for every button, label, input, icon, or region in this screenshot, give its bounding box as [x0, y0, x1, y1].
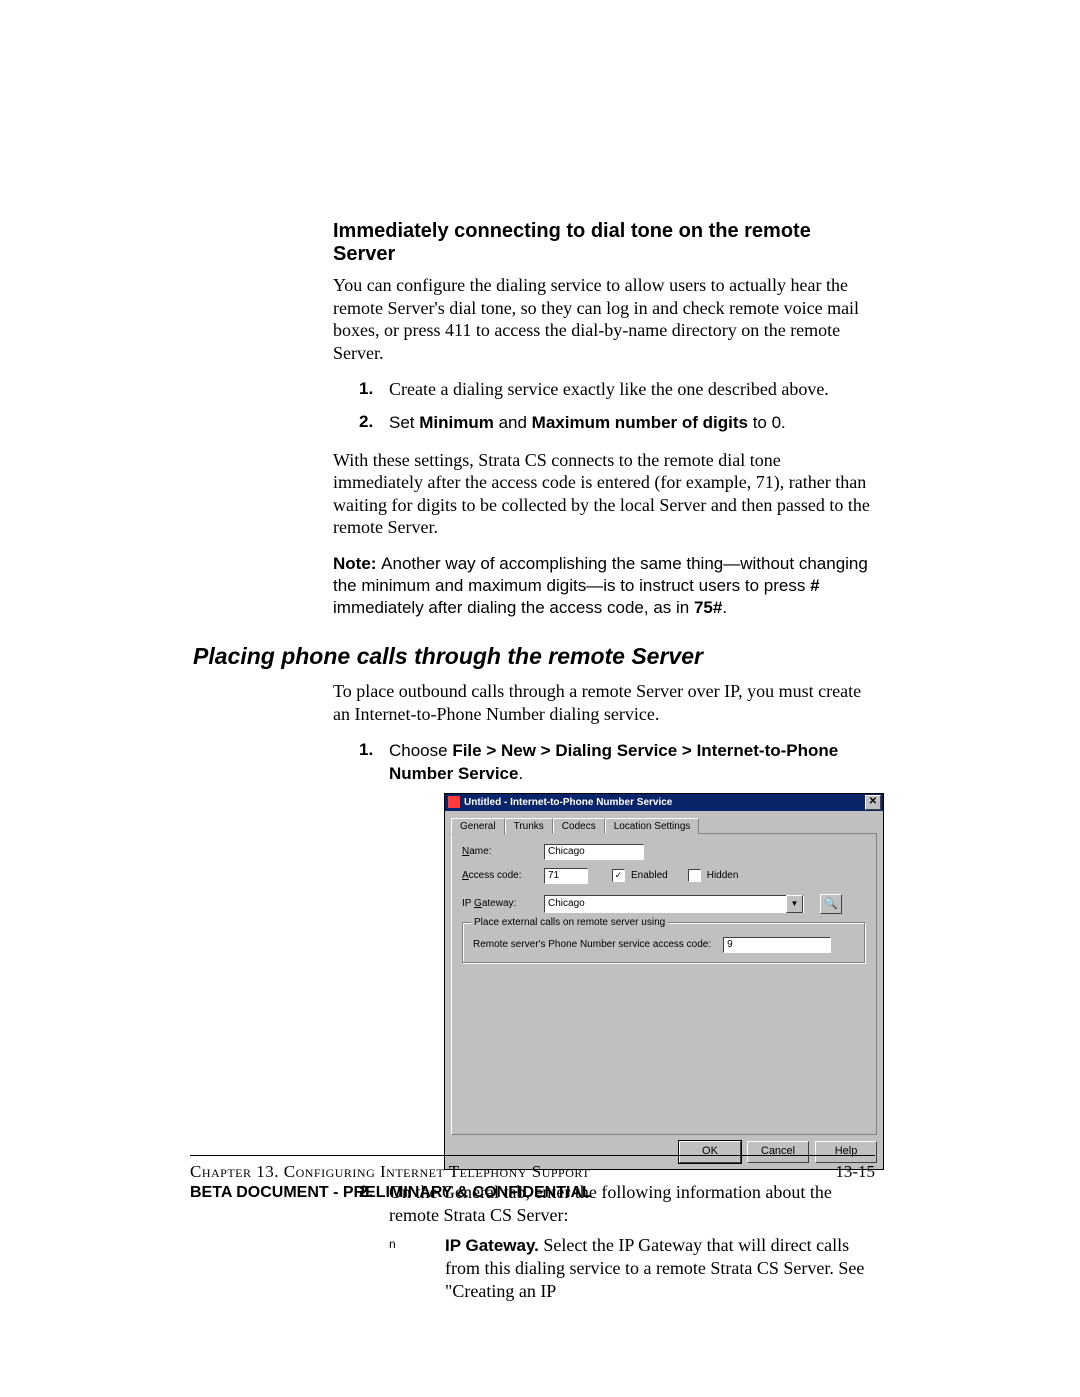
ip-gateway-value: Chicago: [545, 897, 786, 910]
ip-gateway-browse-button[interactable]: 🔍: [820, 894, 842, 914]
label-hidden: Hidden: [707, 869, 739, 882]
label-remote-access-code: Remote server's Phone Number service acc…: [473, 938, 711, 951]
app-icon: [448, 796, 460, 808]
steps-list-2: 1. Choose File > New > Dialing Service >…: [333, 739, 873, 1304]
steps-list-1: 1. Create a dialing service exactly like…: [333, 378, 873, 435]
label-enabled: Enabled: [631, 869, 668, 882]
intro-paragraph: You can configure the dialing service to…: [333, 274, 873, 364]
bullet-mark: n: [389, 1237, 396, 1253]
step-number: 2.: [359, 411, 373, 433]
bullet-label: IP Gateway.: [445, 1236, 539, 1255]
step-text: Choose File > New > Dialing Service > In…: [389, 741, 838, 783]
hidden-checkbox[interactable]: [688, 869, 701, 882]
name-input[interactable]: [544, 844, 644, 860]
label-name: Name:: [462, 845, 538, 858]
page-footer: Chapter 13. Configuring Internet Telepho…: [190, 1155, 875, 1202]
step-number: 1.: [359, 378, 373, 400]
dialog-internet-to-phone-service: Untitled - Internet-to-Phone Number Serv…: [445, 794, 883, 1169]
paragraph-settings: With these settings, Strata CS connects …: [333, 449, 873, 539]
row-ip-gateway: IP Gateway: Chicago ▼ 🔍: [462, 894, 866, 914]
row-name: Name:: [462, 844, 866, 860]
footer-line-1: Chapter 13. Configuring Internet Telepho…: [190, 1162, 875, 1182]
bullet-list: n IP Gateway. Select the IP Gateway that…: [389, 1234, 873, 1304]
heading-immediate-connect: Immediately connecting to dial tone on t…: [333, 220, 873, 266]
step-text: Create a dialing service exactly like th…: [389, 379, 829, 399]
note-label: Note:: [333, 554, 381, 573]
label-access-code: Access code:: [462, 869, 538, 882]
window-title: Untitled - Internet-to-Phone Number Serv…: [448, 796, 672, 809]
enabled-checkbox[interactable]: ✓: [612, 869, 625, 882]
row-access-code: Access code: ✓ Enabled Hidden: [462, 868, 866, 884]
tab-general[interactable]: General: [451, 818, 505, 835]
label-ip-gateway: IP Gateway:: [462, 897, 538, 910]
step-1: 1. Create a dialing service exactly like…: [333, 378, 873, 401]
confidential-label: BETA DOCUMENT - PRELIMINARY & CONFIDENTI…: [190, 1184, 875, 1202]
group-place-external-calls: Place external calls on remote server us…: [462, 922, 866, 964]
step-2: 2. Set Minimum and Maximum number of dig…: [333, 411, 873, 434]
tab-location-settings[interactable]: Location Settings: [605, 818, 700, 834]
chevron-down-icon[interactable]: ▼: [786, 895, 803, 913]
page-number: 13-15: [835, 1162, 875, 1182]
step-text: Set Minimum and Maximum number of digits…: [389, 413, 786, 432]
note-block: Note: Another way of accomplishing the s…: [333, 553, 873, 619]
tab-strip: General Trunks Codecs Location Settings: [451, 817, 877, 834]
title-bar[interactable]: Untitled - Internet-to-Phone Number Serv…: [445, 794, 883, 811]
dialog-body: General Trunks Codecs Location Settings …: [445, 811, 883, 1169]
tab-panel-general: Name: Access code: ✓ Enabled: [451, 834, 877, 1135]
step-choose-file-new: 1. Choose File > New > Dialing Service >…: [333, 739, 873, 1169]
access-code-input[interactable]: [544, 868, 588, 884]
step-number: 1.: [359, 739, 373, 761]
intro-placing-calls: To place outbound calls through a remote…: [333, 680, 873, 725]
ip-gateway-select[interactable]: Chicago ▼: [544, 895, 804, 913]
tab-codecs[interactable]: Codecs: [553, 818, 605, 834]
remote-access-code-input[interactable]: [723, 937, 831, 953]
tab-trunks[interactable]: Trunks: [505, 818, 553, 834]
section-placing-calls: To place outbound calls through a remote…: [333, 680, 873, 1304]
row-remote-access-code: Remote server's Phone Number service acc…: [473, 937, 855, 953]
chapter-label: Chapter 13. Configuring Internet Telepho…: [190, 1162, 590, 1182]
heading-placing-calls: Placing phone calls through the remote S…: [193, 643, 873, 670]
footer-rule: [190, 1155, 875, 1156]
group-legend: Place external calls on remote server us…: [471, 916, 668, 929]
bullet-ip-gateway: n IP Gateway. Select the IP Gateway that…: [389, 1234, 873, 1304]
page: Immediately connecting to dial tone on t…: [0, 0, 1080, 1397]
close-button[interactable]: ✕: [865, 795, 881, 810]
content-area: Immediately connecting to dial tone on t…: [193, 220, 873, 1318]
section-immediately-connecting: Immediately connecting to dial tone on t…: [333, 220, 873, 619]
